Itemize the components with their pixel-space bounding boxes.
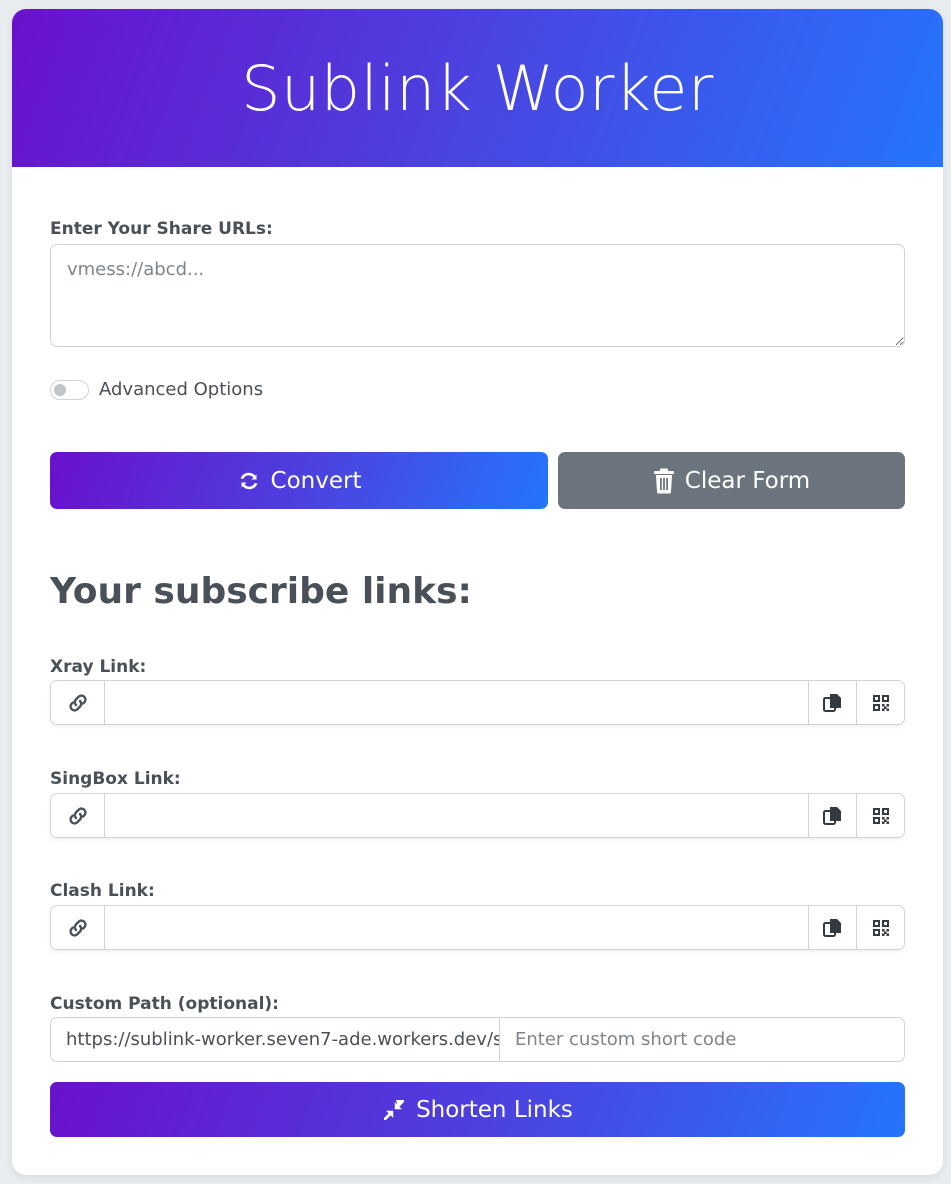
copy-icon [822,692,844,714]
singbox-link-input[interactable] [105,794,808,837]
convert-button[interactable]: Convert [50,452,548,509]
page-title: Sublink Worker [241,51,714,125]
share-urls-label: Enter Your Share URLs: [50,219,273,239]
share-urls-textarea[interactable] [50,244,905,347]
link-icon [51,681,105,724]
trash-icon [653,468,675,494]
advanced-options-toggle[interactable] [50,379,89,400]
xray-link-group [50,680,905,725]
qrcode-icon [872,694,890,712]
xray-qrcode-button[interactable] [856,681,904,724]
custom-path-label: Custom Path (optional): [50,994,279,1014]
clash-copy-button[interactable] [808,906,856,949]
custom-path-prefix: https://sublink-worker.seven7-ade.worker… [51,1018,500,1061]
singbox-link-label: SingBox Link: [50,769,181,789]
card-header: Sublink Worker [12,9,943,167]
singbox-qrcode-button[interactable] [856,794,904,837]
sync-icon [237,469,261,493]
shorten-links-button[interactable]: Shorten Links [50,1082,905,1137]
qrcode-icon [872,919,890,937]
link-icon [51,906,105,949]
copy-icon [822,805,844,827]
singbox-copy-button[interactable] [808,794,856,837]
shorten-links-label: Shorten Links [416,1096,573,1123]
compress-icon [382,1098,406,1122]
custom-path-group: https://sublink-worker.seven7-ade.worker… [50,1017,905,1062]
convert-label: Convert [270,467,362,494]
qrcode-icon [872,807,890,825]
clash-link-label: Clash Link: [50,881,155,901]
main-card: Sublink Worker Enter Your Share URLs: Ad… [12,9,943,1175]
clear-form-button[interactable]: Clear Form [558,452,905,509]
link-icon [51,794,105,837]
advanced-options-row[interactable]: Advanced Options [50,379,263,400]
clash-link-input[interactable] [105,906,808,949]
copy-icon [822,917,844,939]
xray-link-label: Xray Link: [50,657,147,677]
results-title: Your subscribe links: [50,571,472,612]
xray-link-input[interactable] [105,681,808,724]
clash-qrcode-button[interactable] [856,906,904,949]
singbox-link-group [50,793,905,838]
clash-link-group [50,905,905,950]
clear-form-label: Clear Form [684,467,811,494]
xray-copy-button[interactable] [808,681,856,724]
custom-short-code-input[interactable] [500,1018,904,1061]
advanced-options-label: Advanced Options [99,379,264,400]
